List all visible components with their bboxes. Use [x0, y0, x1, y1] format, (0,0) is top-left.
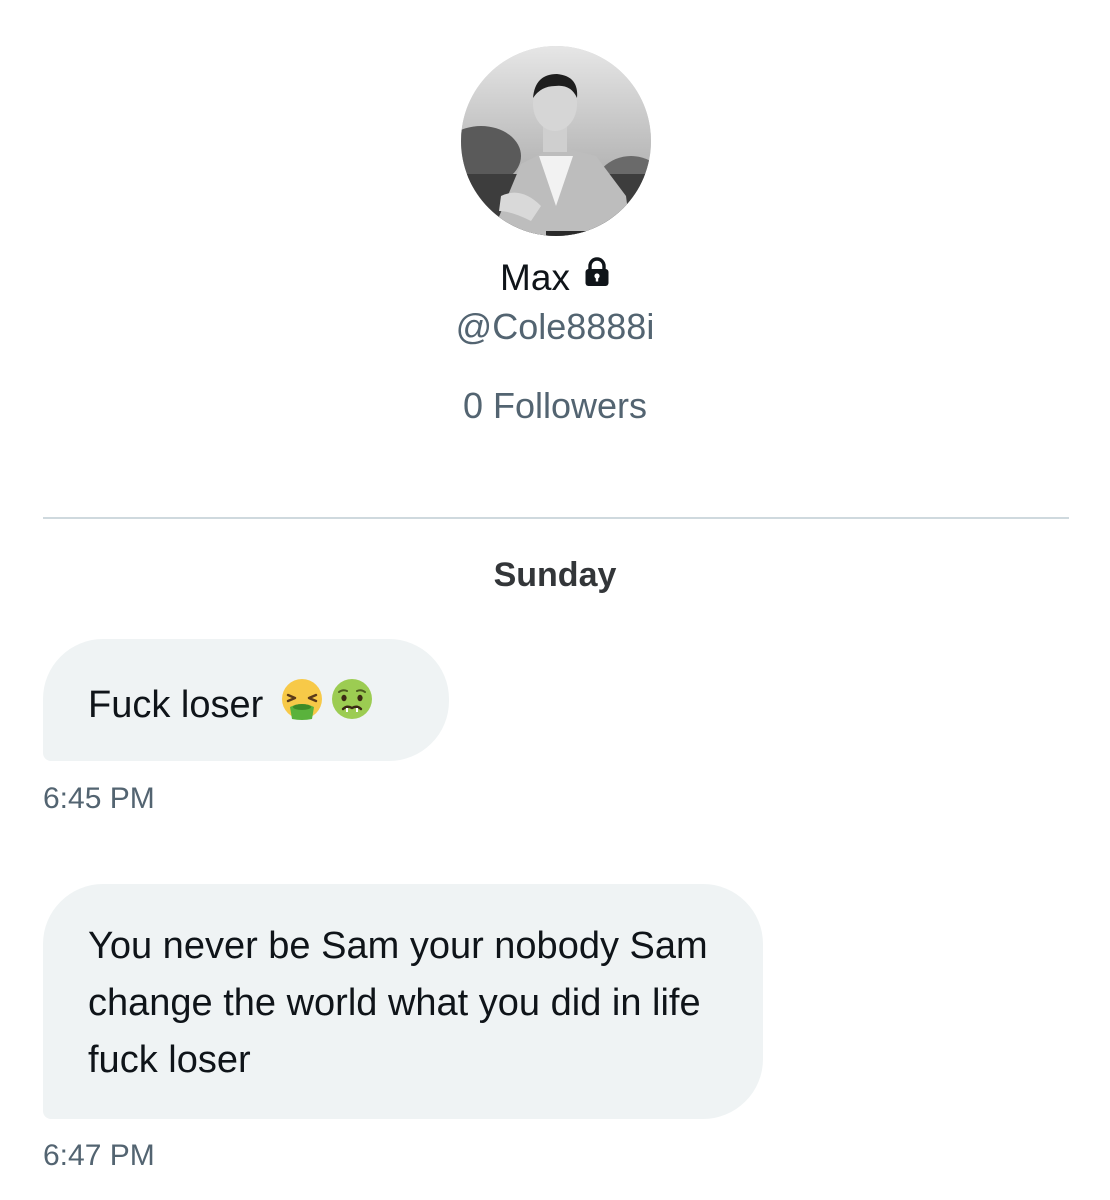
- avatar-photo: [461, 46, 651, 236]
- day-separator: Sunday: [493, 556, 617, 594]
- followers-count[interactable]: 0 Followers: [0, 383, 1110, 429]
- display-name[interactable]: Max: [500, 257, 570, 298]
- profile-name-row: Max: [0, 252, 1110, 302]
- lock-icon: [584, 251, 610, 299]
- message-bubble[interactable]: Fuck loser: [43, 639, 449, 761]
- profile-handle[interactable]: @Cole8888i: [0, 304, 1110, 350]
- nauseated-face-emoji: [330, 677, 374, 733]
- avatar[interactable]: [461, 46, 651, 236]
- message-bubble[interactable]: You never be Sam your nobody Sam change …: [43, 884, 763, 1119]
- message-text: Fuck loser: [88, 684, 264, 726]
- divider: [43, 517, 1069, 519]
- vomiting-face-emoji: [280, 677, 324, 733]
- message-timestamp: 6:45 PM: [43, 782, 155, 815]
- message-text: You never be Sam your nobody Sam change …: [88, 925, 708, 1081]
- message-timestamp: 6:47 PM: [43, 1139, 155, 1172]
